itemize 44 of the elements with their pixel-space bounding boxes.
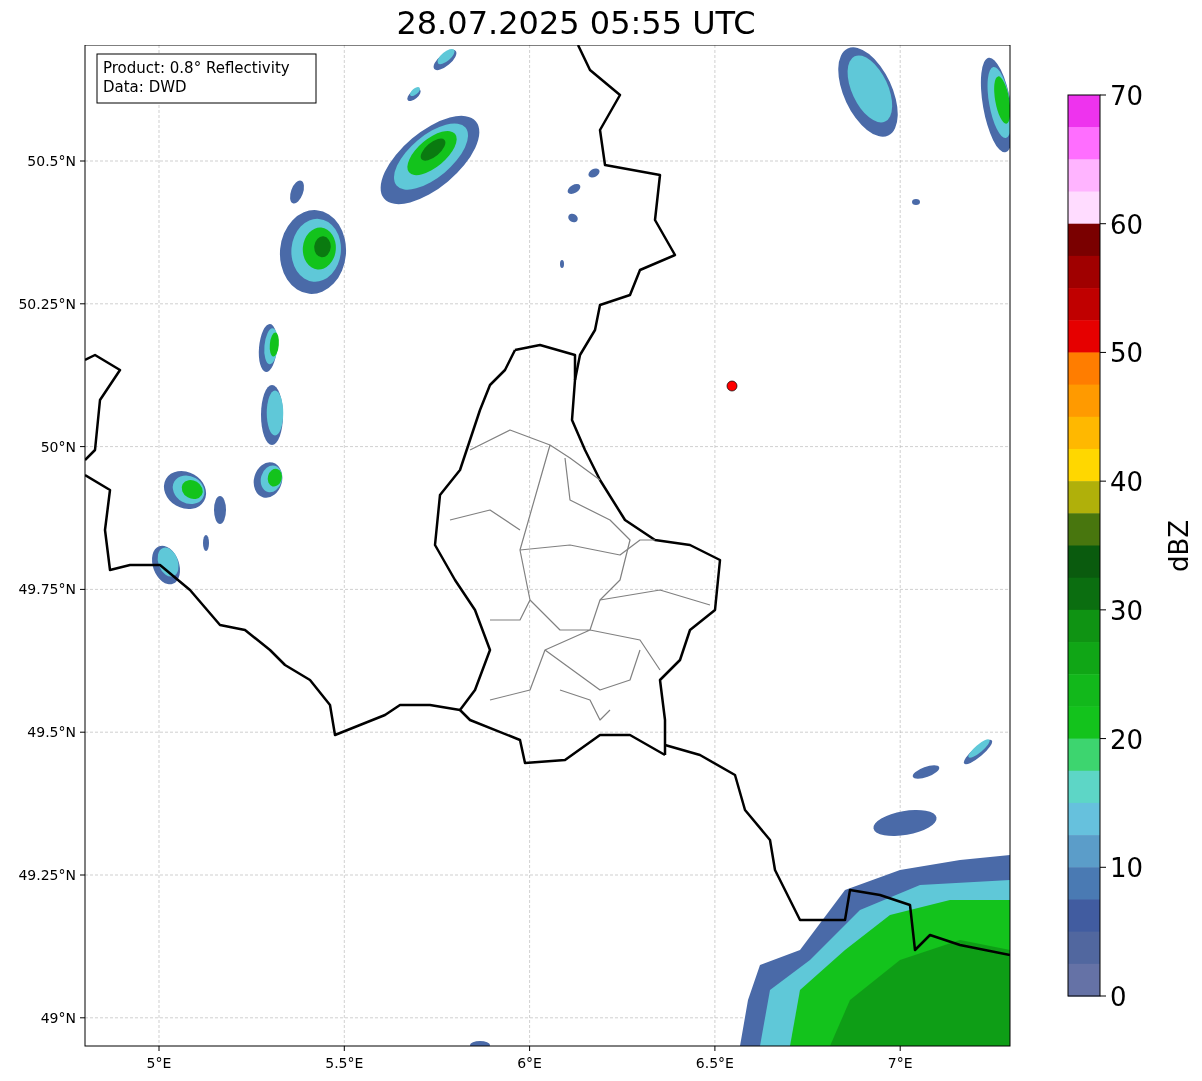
axis-tick-label: 50.5°N [27,153,76,169]
radar-echo [214,496,226,524]
axis-tick-label: 6.5°E [695,1055,734,1071]
radar-echo [567,184,581,194]
colorbar-tick-label: 30 [1110,595,1144,626]
axis-tick-label: 50°N [40,438,76,455]
radar-echo [560,260,564,268]
axis-tick-label: 7°E [887,1055,913,1071]
axis-tick-label: 6°E [517,1055,542,1071]
radar-echo [290,180,304,204]
axis-tick-label: 49°N [40,1009,76,1026]
radar-echo [152,545,180,585]
radar-echo [873,809,937,837]
radar-echo [912,199,920,205]
colorbar-tick-label: 60 [1110,209,1144,240]
colorbar-tick-label: 50 [1110,338,1144,369]
radar-echo [963,739,993,765]
radar-echo [470,1041,490,1046]
radar-echo [163,470,207,510]
colorbar-tick-label: 10 [1110,853,1144,884]
radar-echo [407,87,421,101]
radar-echo [588,168,600,178]
radar-echo [912,765,940,779]
location-dot [726,380,738,392]
colorbar-label: dBZ [1164,519,1194,573]
colorbar-tick-label: 20 [1110,724,1144,755]
chart-title: 28.07.2025 05:55 UTC [396,3,756,42]
radar-echo [203,535,209,551]
radar-echo [568,213,578,223]
axis-tick-label: 5°E [146,1055,172,1071]
info-text: Product: 0.8° Reflectivity [103,59,290,77]
radar-echo [433,48,457,71]
colorbar-tick-label: 0 [1110,982,1127,1012]
colorbar-tick-label: 40 [1110,467,1144,498]
radar-echo [253,462,283,498]
radar-echo [258,324,279,372]
info-text: Data: DWD [103,78,187,96]
axis-tick-label: 49.75°N [18,581,76,598]
axis-tick-label: 49.25°N [18,867,76,883]
axis-tick-label: 5.5°E [325,1055,364,1071]
radar-echo [261,385,284,445]
colorbar-tick-label: 70 [1110,81,1144,111]
axis-tick-label: 50.25°N [18,295,76,312]
axis-tick-label: 49.5°N [27,724,76,741]
